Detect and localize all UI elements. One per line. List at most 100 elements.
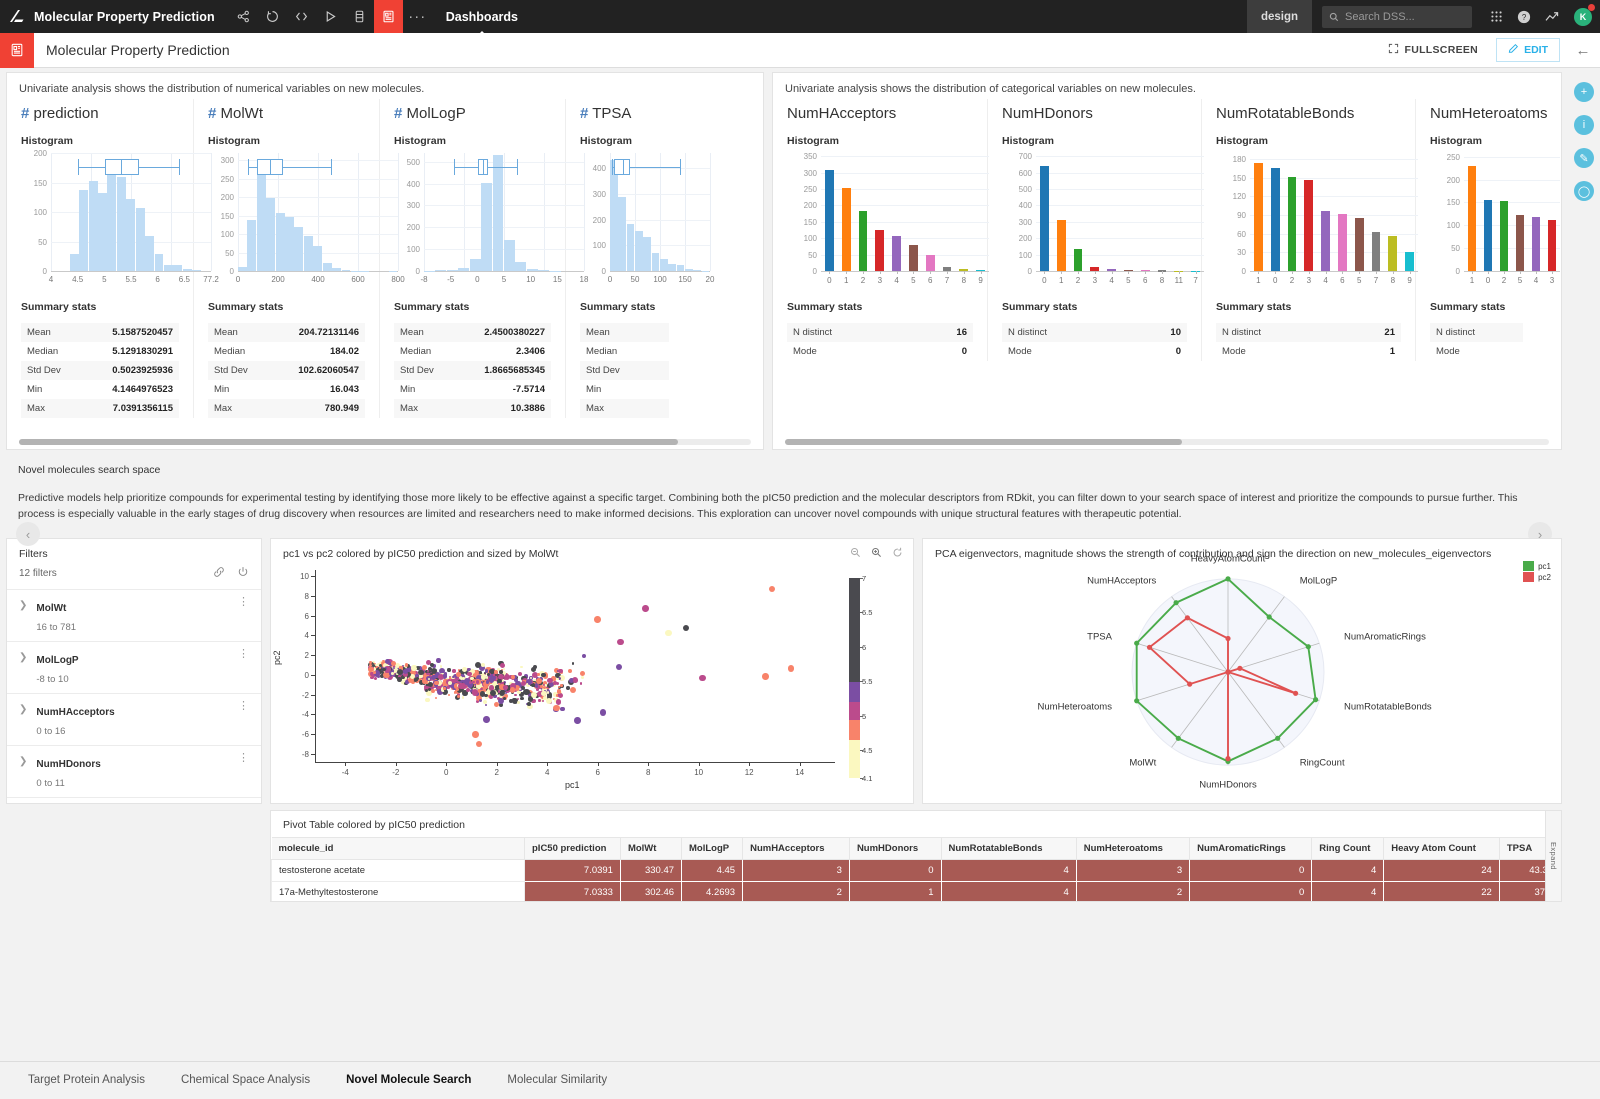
legend-item[interactable]: pc1 <box>1523 561 1551 571</box>
stat-value: 204.72131146 <box>299 327 359 338</box>
zoom-out-icon[interactable] <box>850 547 861 561</box>
filter-menu-icon[interactable]: ⋮ <box>238 650 249 658</box>
filter-menu-icon[interactable]: ⋮ <box>238 702 249 710</box>
filters-title: Filters <box>7 539 261 566</box>
dashboard-tab[interactable]: Chemical Space Analysis <box>163 1062 328 1099</box>
column-name: # MolWt <box>208 105 365 122</box>
run-icon[interactable] <box>316 0 345 33</box>
chevron-right-icon[interactable]: ❯ <box>19 600 27 611</box>
nav-dashboards-link[interactable]: Dashboards <box>446 10 518 24</box>
dashboard-tab[interactable]: Molecular Similarity <box>489 1062 625 1099</box>
expand-button[interactable]: Expand <box>1545 811 1561 901</box>
dashboard-tab[interactable]: Novel Molecule Search <box>328 1062 489 1099</box>
column-header[interactable]: NumAromaticRings <box>1190 838 1312 860</box>
search-input[interactable]: Search DSS... <box>1322 6 1472 28</box>
reset-zoom-icon[interactable] <box>892 547 903 561</box>
stat-label: Mean <box>400 327 424 338</box>
more-menu-icon[interactable]: ··· <box>403 0 432 33</box>
prev-page-button[interactable]: ‹ <box>16 522 40 546</box>
rail-clock-icon[interactable]: ◯ <box>1574 181 1594 201</box>
stat-value: 4.1464976523 <box>112 384 173 395</box>
filter-item[interactable]: ❯NumHDonors0 to 11⋮ <box>7 745 261 797</box>
filter-menu-icon[interactable]: ⋮ <box>238 598 249 606</box>
rail-comment-icon[interactable]: ✎ <box>1574 148 1594 168</box>
share-icon[interactable] <box>229 0 258 33</box>
zoom-in-icon[interactable] <box>871 547 882 561</box>
column-header[interactable]: NumRotatableBonds <box>941 838 1076 860</box>
column-header[interactable]: NumHAcceptors <box>743 838 850 860</box>
numerical-analysis-card: Univariate analysis shows the distributi… <box>6 72 764 450</box>
column-header[interactable]: pIC50 prediction <box>525 838 621 860</box>
link-icon[interactable] <box>213 566 225 581</box>
trend-icon[interactable] <box>1538 0 1566 33</box>
stat-row: Min16.043 <box>208 380 365 399</box>
column-header[interactable]: NumHDonors <box>849 838 941 860</box>
flow-icon[interactable] <box>258 0 287 33</box>
column-header[interactable]: Ring Count <box>1312 838 1384 860</box>
x-axis-label: pc1 <box>565 780 580 790</box>
column-header[interactable]: MolLogP <box>682 838 743 860</box>
table-row[interactable]: testosterone acetate7.0391330.474.453043… <box>272 860 1561 882</box>
stat-row: Std Dev1.8665685345 <box>394 361 551 380</box>
stat-value: 780.949 <box>325 403 359 414</box>
stat-label: Median <box>400 346 431 357</box>
stat-value: 21 <box>1384 327 1395 338</box>
lab-icon[interactable] <box>345 0 374 33</box>
rail-add-icon[interactable]: + <box>1574 82 1594 102</box>
categorical-hscrollbar[interactable] <box>785 439 1549 445</box>
numerical-hscrollbar[interactable] <box>19 439 751 445</box>
chevron-right-icon[interactable]: ❯ <box>19 704 27 715</box>
table-cell: 3 <box>1076 860 1189 882</box>
collapse-panel-icon[interactable]: ← <box>1566 42 1600 59</box>
scatter-chart-title: pc1 vs pc2 colored by pIC50 prediction a… <box>271 539 913 560</box>
stat-label: Mean <box>586 327 610 338</box>
filter-name: NumHDonors <box>36 759 100 770</box>
filter-range: 16 to 781 <box>36 622 76 633</box>
filter-item[interactable]: ❯MolWt16 to 781⋮ <box>7 589 261 641</box>
rail-info-icon[interactable]: i <box>1574 115 1594 135</box>
categorical-columns: NumHAcceptorsHistogram050100150200250300… <box>773 99 1561 361</box>
stat-row: N distinct <box>1430 323 1523 342</box>
stat-row: Median5.1291830291 <box>21 342 179 361</box>
filter-item[interactable]: ❯NumHAcceptors0 to 16⋮ <box>7 693 261 745</box>
column-header[interactable]: NumHeteroatoms <box>1076 838 1189 860</box>
apps-grid-icon[interactable] <box>1482 0 1510 33</box>
dashboard-tab[interactable]: Target Protein Analysis <box>10 1062 163 1099</box>
dataiku-logo-icon[interactable] <box>0 9 34 24</box>
stat-label: Std Dev <box>400 365 434 376</box>
stat-row: Median <box>580 342 669 361</box>
design-mode-button[interactable]: design <box>1247 0 1312 33</box>
help-icon[interactable]: ? <box>1510 0 1538 33</box>
project-title[interactable]: Molecular Property Prediction <box>34 10 215 24</box>
column-header[interactable]: molecule_id <box>272 838 525 860</box>
filter-menu-icon[interactable]: ⋮ <box>238 754 249 762</box>
table-cell: 24 <box>1384 860 1500 882</box>
chevron-right-icon[interactable]: ❯ <box>19 652 27 663</box>
user-avatar[interactable]: K <box>1566 0 1600 33</box>
scatter-point <box>616 664 623 671</box>
radar-plot[interactable]: HeavyAtomCountMolLogPNumAromaticRingsNum… <box>923 560 1561 792</box>
dashboard-icon[interactable] <box>374 0 403 33</box>
legend-item[interactable]: pc2 <box>1523 572 1551 582</box>
stat-row: Max7.0391356115 <box>21 399 179 418</box>
right-rail: + i ✎ ◯ <box>1568 68 1600 1061</box>
categorical-column: NumRotatableBondsHistogram03060901201501… <box>1201 99 1415 361</box>
filter-item[interactable]: ❯NumRotatableBonds0 to 25⋮ <box>7 797 261 804</box>
edit-button[interactable]: EDIT <box>1496 38 1560 62</box>
scatter-chart-tools <box>850 547 903 561</box>
scatter-plot[interactable]: -8-6-4-20246810-4-202468101214pc1pc276.5… <box>271 560 913 792</box>
fullscreen-button[interactable]: FULLSCREEN <box>1378 38 1488 62</box>
column-header[interactable]: MolWt <box>620 838 681 860</box>
filter-item[interactable]: ❯MolLogP-8 to 10⋮ <box>7 641 261 693</box>
numeric-column: # predictionHistogram05010015020044.555.… <box>7 99 193 418</box>
code-icon[interactable] <box>287 0 316 33</box>
table-cell: 7.0333 <box>525 882 621 903</box>
column-header[interactable]: Heavy Atom Count <box>1384 838 1500 860</box>
chevron-right-icon[interactable]: ❯ <box>19 756 27 767</box>
table-row[interactable]: 17a-Methyltestosterone7.0333302.464.2693… <box>272 882 1561 903</box>
stat-label: Max <box>27 403 45 414</box>
pivot-table[interactable]: molecule_idpIC50 predictionMolWtMolLogPN… <box>271 837 1561 902</box>
stat-label: Max <box>400 403 418 414</box>
power-icon[interactable] <box>237 566 249 581</box>
column-name: NumHAcceptors <box>787 105 973 122</box>
